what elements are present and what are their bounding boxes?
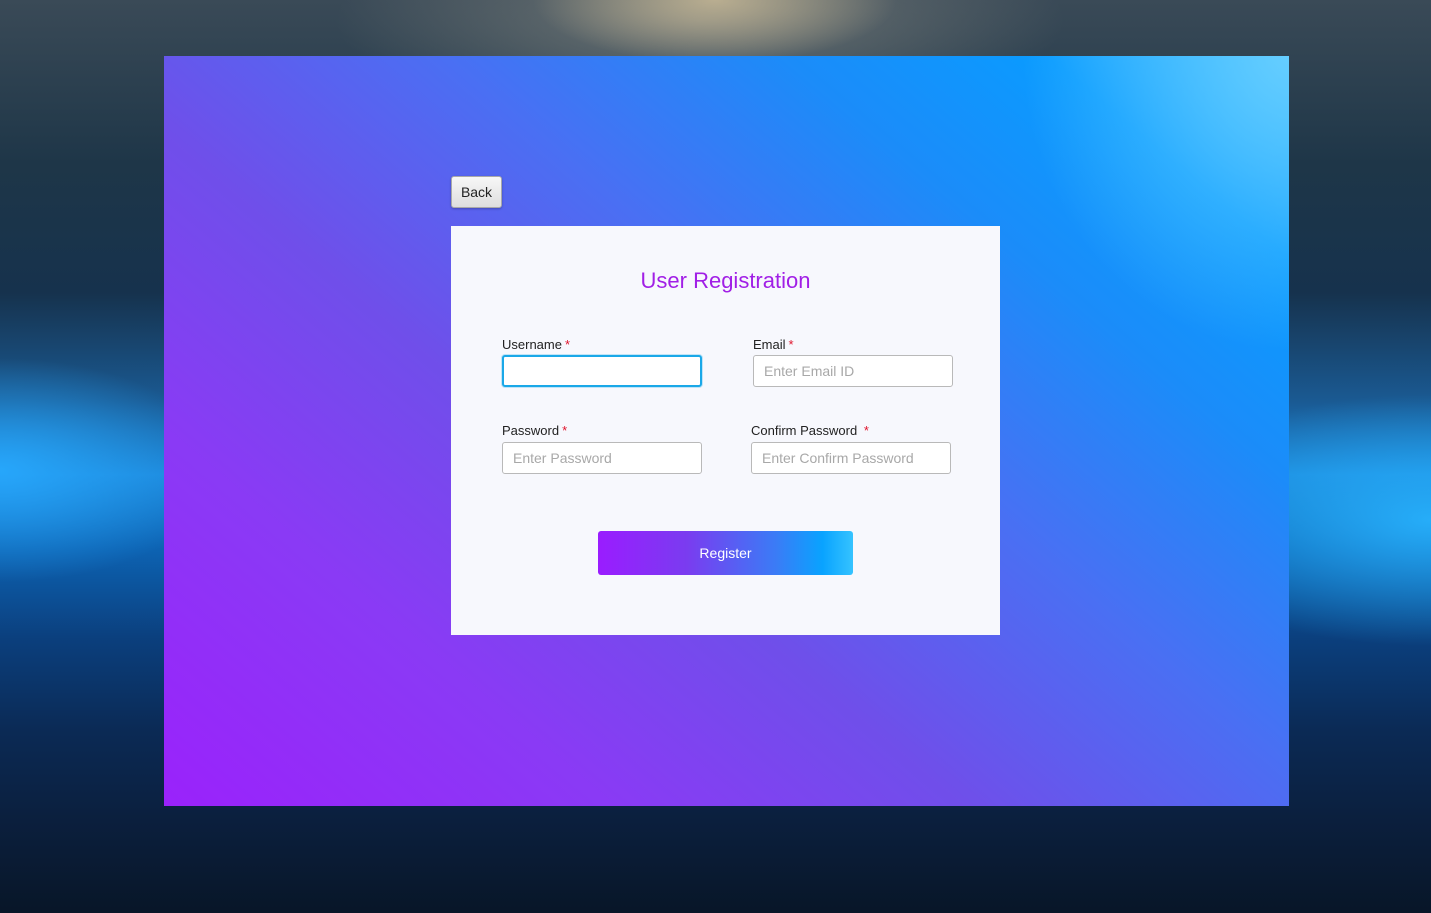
confirm-password-label-text: Confirm Password <box>751 423 861 438</box>
confirm-password-required-mark: * <box>863 423 869 438</box>
username-label: Username * <box>502 337 570 352</box>
email-label-text: Email <box>753 337 786 352</box>
confirm-password-label: Confirm Password * <box>751 423 869 438</box>
password-label-text: Password <box>502 423 560 438</box>
email-required-mark: * <box>788 337 794 352</box>
username-label-text: Username <box>502 337 562 352</box>
register-button[interactable]: Register <box>598 531 853 575</box>
back-button[interactable]: Back <box>451 176 502 208</box>
email-input[interactable] <box>753 355 953 387</box>
password-label: Password * <box>502 423 567 438</box>
page-title: User Registration <box>640 268 811 293</box>
register-button-label: Register <box>699 545 752 561</box>
password-required-mark: * <box>562 423 568 438</box>
email-label: Email * <box>753 337 794 352</box>
back-button-label: Back <box>460 184 493 200</box>
registration-card: User Registration Username* Email* Passw… <box>451 226 1000 635</box>
username-required-mark: * <box>564 337 571 352</box>
confirm-password-input[interactable] <box>751 442 951 474</box>
username-input[interactable] <box>502 355 702 387</box>
password-input[interactable] <box>502 442 702 474</box>
app-window: Back User Registration Username * Email * … <box>164 56 1289 806</box>
